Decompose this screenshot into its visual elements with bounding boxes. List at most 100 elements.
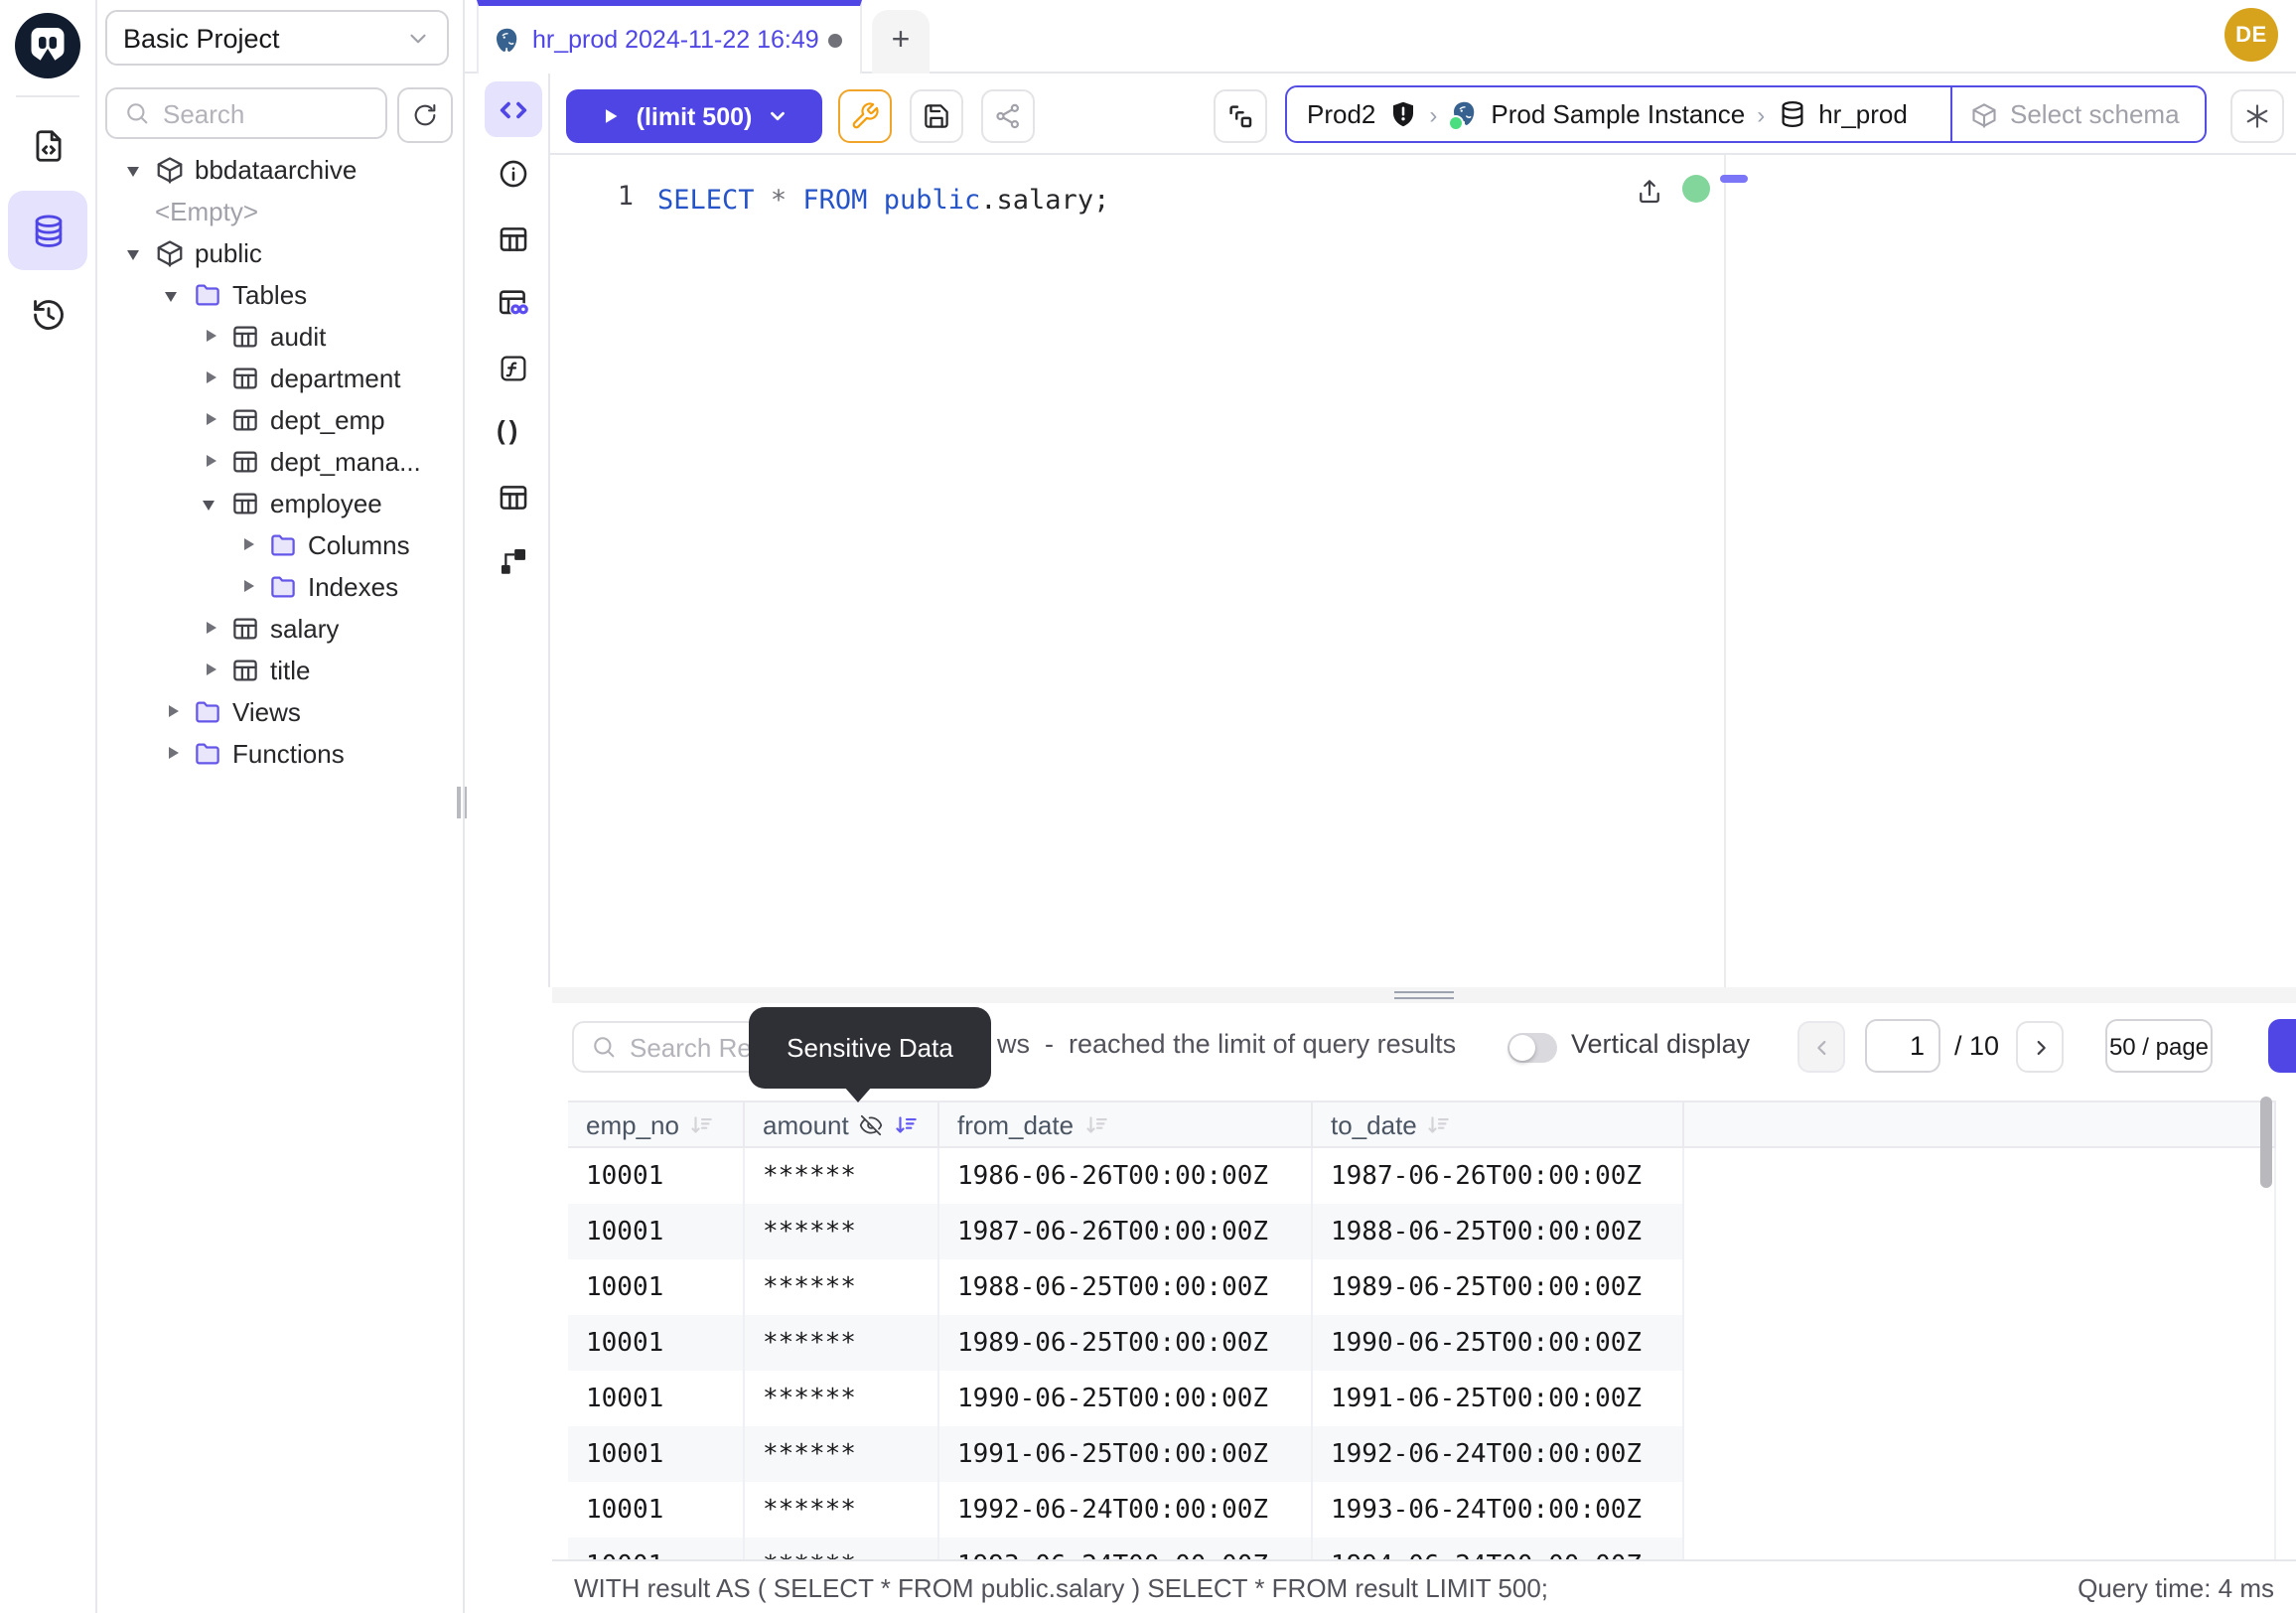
results-scrollbar-thumb[interactable] bbox=[2260, 1097, 2272, 1188]
table-cell[interactable]: 1986-06-26T00:00:00Z bbox=[939, 1148, 1313, 1204]
table-row[interactable]: 10001******1989-06-25T00:00:00Z1990-06-2… bbox=[568, 1315, 2276, 1371]
table-cell[interactable]: 1990-06-25T00:00:00Z bbox=[939, 1371, 1313, 1426]
table-cell[interactable]: 10001 bbox=[568, 1482, 745, 1538]
tree-item-functions[interactable]: Functions bbox=[95, 733, 463, 775]
table-cell[interactable]: 10001 bbox=[568, 1259, 745, 1315]
sql-editor[interactable]: 1 SELECT * FROM public.salary; bbox=[550, 155, 2296, 987]
caret-right-icon[interactable] bbox=[203, 620, 220, 638]
tree-item-tables[interactable]: Tables bbox=[95, 274, 463, 316]
table-cell[interactable]: 1987-06-26T00:00:00Z bbox=[939, 1204, 1313, 1259]
table-cell[interactable]: 10001 bbox=[568, 1426, 745, 1482]
rail-history-button[interactable] bbox=[8, 274, 87, 354]
tree-item-views[interactable]: Views bbox=[95, 691, 463, 733]
caret-down-icon[interactable] bbox=[203, 495, 220, 513]
tool-function-button[interactable] bbox=[485, 340, 542, 395]
tree-item-public[interactable]: public bbox=[95, 232, 463, 274]
table-cell[interactable]: 10001 bbox=[568, 1538, 745, 1559]
vertical-display-toggle[interactable] bbox=[1507, 1033, 1557, 1063]
tool-table-masked-button[interactable] bbox=[485, 275, 542, 331]
column-header-to_date[interactable]: to_date bbox=[1313, 1102, 1684, 1146]
sort-icon[interactable] bbox=[895, 1111, 921, 1137]
upload-icon[interactable] bbox=[1635, 177, 1664, 207]
rail-file-code-button[interactable] bbox=[8, 105, 87, 185]
sidebar-search-input[interactable]: Search bbox=[105, 87, 387, 139]
share-button[interactable] bbox=[981, 89, 1035, 143]
table-cell[interactable]: 1994-06-24T00:00:00Z bbox=[1313, 1538, 1684, 1559]
editor-scrollbar-thumb[interactable] bbox=[1720, 175, 1748, 183]
wrench-button[interactable] bbox=[838, 89, 892, 143]
page-number-input[interactable]: 1 bbox=[1865, 1019, 1940, 1073]
column-header-from_date[interactable]: from_date bbox=[939, 1102, 1313, 1146]
table-cell[interactable]: 1990-06-25T00:00:00Z bbox=[1313, 1315, 1684, 1371]
caret-right-icon[interactable] bbox=[165, 745, 183, 763]
run-query-button[interactable]: (limit 500) bbox=[566, 89, 822, 143]
tool-info-button[interactable] bbox=[485, 146, 542, 202]
connection-breadcrumb[interactable]: Prod2 › Prod Sample Instance › hr_prod S… bbox=[1285, 85, 2207, 143]
tree-item-department[interactable]: department bbox=[95, 358, 463, 399]
table-cell[interactable]: ****** bbox=[745, 1259, 939, 1315]
table-cell[interactable]: 10001 bbox=[568, 1148, 745, 1204]
caret-right-icon[interactable] bbox=[203, 411, 220, 429]
table-cell[interactable]: 1993-06-24T00:00:00Z bbox=[1313, 1482, 1684, 1538]
tool-paren-button[interactable]: () bbox=[485, 404, 542, 460]
caret-right-icon[interactable] bbox=[203, 369, 220, 387]
table-row[interactable]: 10001******1990-06-25T00:00:00Z1991-06-2… bbox=[568, 1371, 2276, 1426]
table-cell[interactable]: ****** bbox=[745, 1204, 939, 1259]
table-cell[interactable]: 1989-06-25T00:00:00Z bbox=[939, 1315, 1313, 1371]
tree-item-bbdataarchive[interactable]: bbdataarchive bbox=[95, 149, 463, 191]
table-cell[interactable]: 1987-06-26T00:00:00Z bbox=[1313, 1148, 1684, 1204]
project-selector[interactable]: Basic Project bbox=[105, 10, 449, 66]
table-cell[interactable]: 1989-06-25T00:00:00Z bbox=[1313, 1259, 1684, 1315]
table-row[interactable]: 10001******1987-06-26T00:00:00Z1988-06-2… bbox=[568, 1204, 2276, 1259]
tool-table-button[interactable] bbox=[485, 211, 542, 266]
tree-item-columns[interactable]: Columns bbox=[95, 524, 463, 566]
table-row[interactable]: 10001******1988-06-25T00:00:00Z1989-06-2… bbox=[568, 1259, 2276, 1315]
table-cell[interactable]: ****** bbox=[745, 1371, 939, 1426]
tab-hr-prod[interactable]: hr_prod 2024-11-22 16:49 bbox=[477, 0, 862, 73]
tree-item-employee[interactable]: employee bbox=[95, 483, 463, 524]
rail-database-button[interactable] bbox=[8, 191, 87, 270]
sidebar-resize-handle[interactable] bbox=[457, 787, 467, 818]
new-tab-button[interactable]: + bbox=[872, 10, 930, 73]
table-cell[interactable]: ****** bbox=[745, 1482, 939, 1538]
sort-icon[interactable] bbox=[1427, 1111, 1453, 1137]
column-header-amount[interactable]: amount bbox=[745, 1102, 939, 1146]
caret-right-icon[interactable] bbox=[240, 578, 258, 596]
caret-right-icon[interactable] bbox=[240, 536, 258, 554]
save-button[interactable] bbox=[910, 89, 963, 143]
table-cell[interactable]: ****** bbox=[745, 1426, 939, 1482]
table-cell[interactable]: 1992-06-24T00:00:00Z bbox=[1313, 1426, 1684, 1482]
export-button-clipped[interactable] bbox=[2268, 1019, 2296, 1073]
table-cell[interactable]: 10001 bbox=[568, 1204, 745, 1259]
table-cell[interactable]: 1991-06-25T00:00:00Z bbox=[1313, 1371, 1684, 1426]
caret-right-icon[interactable] bbox=[165, 703, 183, 721]
run-options-chevron-icon[interactable] bbox=[766, 105, 788, 127]
table-cell[interactable]: 10001 bbox=[568, 1315, 745, 1371]
next-page-button[interactable] bbox=[2016, 1021, 2064, 1073]
tree-item-indexes[interactable]: Indexes bbox=[95, 566, 463, 608]
caret-down-icon[interactable] bbox=[127, 244, 145, 262]
panel-resize-handle[interactable] bbox=[552, 987, 2296, 1003]
sql-code-line[interactable]: SELECT * FROM public.salary; bbox=[657, 181, 1109, 220]
eye-off-icon[interactable] bbox=[859, 1111, 885, 1137]
column-header-emp_no[interactable]: emp_no bbox=[568, 1102, 745, 1146]
caret-right-icon[interactable] bbox=[203, 453, 220, 471]
table-row[interactable]: 10001******1992-06-24T00:00:00Z1993-06-2… bbox=[568, 1482, 2276, 1538]
batch-query-button[interactable] bbox=[1214, 89, 1267, 143]
app-logo-icon[interactable] bbox=[12, 10, 83, 81]
editor-scrollbar-track[interactable] bbox=[1724, 155, 1726, 987]
tree-item-dept-emp[interactable]: dept_emp bbox=[95, 399, 463, 441]
table-cell[interactable]: ****** bbox=[745, 1315, 939, 1371]
table-cell[interactable]: 1988-06-25T00:00:00Z bbox=[1313, 1204, 1684, 1259]
table-cell[interactable]: ****** bbox=[745, 1148, 939, 1204]
sort-icon[interactable] bbox=[689, 1111, 715, 1137]
caret-right-icon[interactable] bbox=[203, 661, 220, 679]
table-cell[interactable]: ****** bbox=[745, 1538, 939, 1559]
caret-down-icon[interactable] bbox=[127, 161, 145, 179]
tree-item-title[interactable]: title bbox=[95, 650, 463, 691]
table-row[interactable]: 10001******1991-06-25T00:00:00Z1992-06-2… bbox=[568, 1426, 2276, 1482]
table-cell[interactable]: 1992-06-24T00:00:00Z bbox=[939, 1482, 1313, 1538]
tree-item-salary[interactable]: salary bbox=[95, 608, 463, 650]
table-cell[interactable]: 1988-06-25T00:00:00Z bbox=[939, 1259, 1313, 1315]
tree-item-audit[interactable]: audit bbox=[95, 316, 463, 358]
